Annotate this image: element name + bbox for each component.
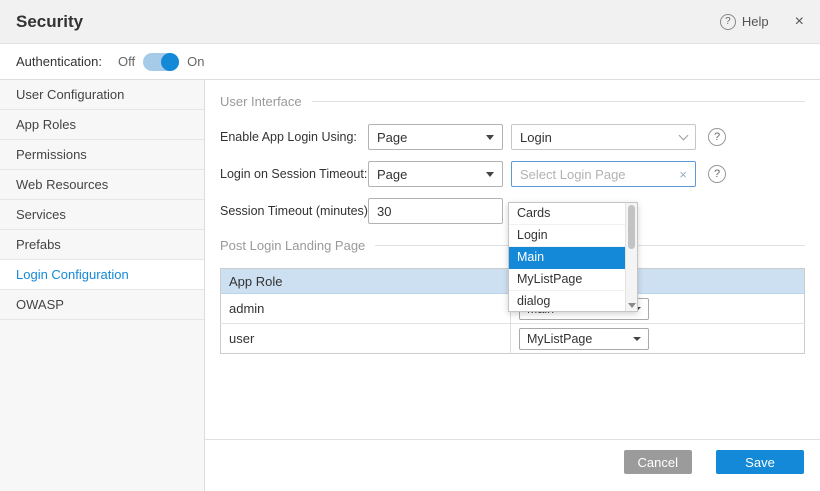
save-button[interactable]: Save	[716, 450, 804, 474]
dropdown-item-login[interactable]: Login	[509, 225, 625, 247]
caret-down-icon	[486, 135, 494, 140]
titlebar: Security ? Help ×	[0, 0, 820, 44]
table-row: user MyListPage	[221, 324, 805, 354]
body-split: User Configuration App Roles Permissions…	[0, 80, 820, 491]
section-user-interface: User Interface	[220, 94, 805, 109]
select-login-page-field: ×	[511, 161, 696, 187]
footer: Cancel Save	[205, 439, 820, 491]
landing-page-cell: MyListPage	[511, 324, 805, 354]
row-login-session-timeout: Login on Session Timeout: Page × ?	[220, 161, 805, 187]
sidebar-item-permissions[interactable]: Permissions	[0, 140, 204, 170]
select-login-page-input[interactable]	[512, 167, 679, 182]
sidebar-item-prefabs[interactable]: Prefabs	[0, 230, 204, 260]
user-landing-page-select[interactable]: MyListPage	[519, 328, 649, 350]
sidebar-item-app-roles[interactable]: App Roles	[0, 110, 204, 140]
clear-icon[interactable]: ×	[679, 167, 695, 182]
section-post-login-title: Post Login Landing Page	[220, 238, 365, 253]
authentication-toggle[interactable]	[143, 53, 179, 71]
dropdown-item-main[interactable]: Main	[509, 247, 625, 269]
section-user-interface-title: User Interface	[220, 94, 302, 109]
enable-login-type-select[interactable]: Page	[368, 124, 503, 150]
content: User Interface Enable App Login Using: P…	[205, 80, 820, 491]
user-landing-page-value: MyListPage	[527, 332, 592, 346]
help-icon[interactable]: ?	[720, 14, 736, 30]
sidebar-item-web-resources[interactable]: Web Resources	[0, 170, 204, 200]
section-divider	[312, 101, 805, 102]
session-timeout-minutes-label: Session Timeout (minutes):	[220, 204, 368, 218]
sidebar: User Configuration App Roles Permissions…	[0, 80, 205, 491]
app-role-column-header: App Role	[221, 269, 511, 294]
enable-app-login-label: Enable App Login Using:	[220, 130, 368, 144]
sidebar-item-services[interactable]: Services	[0, 200, 204, 230]
login-page-dropdown-list: Cards Login Main MyListPage dialog	[509, 203, 625, 311]
session-timeout-login-label: Login on Session Timeout:	[220, 167, 368, 181]
dropdown-item-dialog[interactable]: dialog	[509, 291, 625, 312]
timeout-login-help-icon[interactable]: ?	[708, 165, 726, 183]
enable-login-page-value: Login	[520, 130, 552, 145]
help-link[interactable]: Help	[742, 14, 769, 29]
sidebar-item-owasp[interactable]: OWASP	[0, 290, 204, 320]
titlebar-actions: ? Help ×	[720, 14, 804, 30]
close-icon[interactable]: ×	[795, 14, 804, 30]
role-cell: user	[221, 324, 511, 354]
login-page-dropdown: Cards Login Main MyListPage dialog	[508, 202, 638, 312]
role-cell: admin	[221, 294, 511, 324]
timeout-login-type-value: Page	[377, 167, 407, 182]
chevron-down-icon	[679, 130, 689, 140]
dropdown-scrollbar[interactable]	[625, 203, 637, 311]
cancel-button[interactable]: Cancel	[624, 450, 692, 474]
toggle-on-label: On	[187, 54, 204, 69]
enable-login-page-combo[interactable]: Login	[511, 124, 696, 150]
session-timeout-minutes-input[interactable]	[368, 198, 503, 224]
page-title: Security	[16, 12, 83, 32]
authentication-label: Authentication:	[16, 54, 102, 69]
scrollbar-thumb[interactable]	[628, 205, 635, 249]
scroll-down-arrow-icon[interactable]	[628, 303, 636, 308]
timeout-login-type-select[interactable]: Page	[368, 161, 503, 187]
security-dialog: Security ? Help × Authentication: Off On…	[0, 0, 820, 491]
enable-login-type-value: Page	[377, 130, 407, 145]
enable-login-help-icon[interactable]: ?	[708, 128, 726, 146]
caret-down-icon	[486, 172, 494, 177]
row-enable-app-login: Enable App Login Using: Page Login ?	[220, 124, 805, 150]
dropdown-item-cards[interactable]: Cards	[509, 203, 625, 225]
sidebar-item-login-configuration[interactable]: Login Configuration	[0, 260, 204, 290]
authentication-bar: Authentication: Off On	[0, 44, 820, 80]
toggle-off-label: Off	[118, 54, 135, 69]
dropdown-item-mylistpage[interactable]: MyListPage	[509, 269, 625, 291]
sidebar-item-user-configuration[interactable]: User Configuration	[0, 80, 204, 110]
caret-down-icon	[633, 337, 641, 341]
toggle-knob	[161, 53, 179, 71]
